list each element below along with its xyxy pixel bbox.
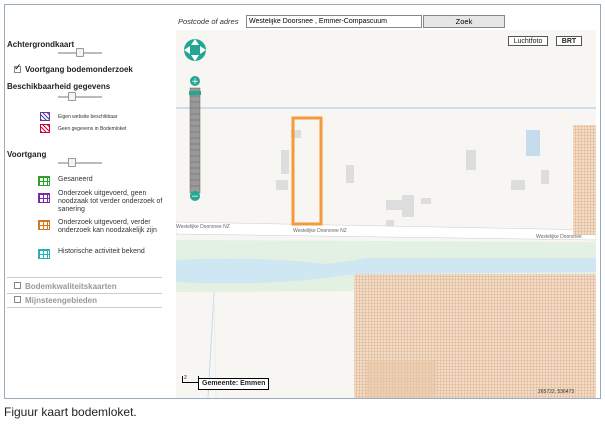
luchtfoto-button[interactable]: Luchtfoto: [508, 36, 548, 46]
building: [541, 170, 549, 184]
building: [346, 165, 354, 183]
legend-item-label: Gesaneerd: [58, 176, 93, 183]
address-search-input[interactable]: [246, 15, 422, 28]
mijnsteengebieden-label: Mijnsteengebieden: [25, 296, 98, 305]
zoom-handle[interactable]: [189, 91, 201, 95]
search-button[interactable]: Zoek: [423, 15, 505, 28]
grid-orange-icon: [38, 220, 50, 230]
brt-button[interactable]: BRT: [556, 36, 582, 46]
legend-item-label: Onderzoek uitgevoerd, verder onderzoek k…: [58, 219, 157, 234]
svg-text:−: −: [191, 192, 199, 202]
street-label: Westelijke Doorsnee: [536, 234, 582, 240]
legend-item-label: Eigen website beschikbaar: [58, 114, 118, 120]
pond: [526, 130, 540, 156]
slider-handle[interactable]: [68, 92, 76, 101]
hatch-purple-icon: [40, 112, 50, 121]
street-label: Westelijke Doorsnee NZ: [293, 228, 347, 234]
svg-text:+: +: [191, 77, 199, 87]
divider: [7, 293, 162, 294]
voortgang-bodem-checkbox[interactable]: [14, 63, 22, 73]
map-viewport[interactable]: Westelijke Doorsnee NZ Westelijke Doorsn…: [176, 30, 596, 398]
legend-item-label: Geen gegevens in Bodemloket: [58, 126, 127, 132]
zoom-pan-control: + −: [184, 39, 206, 202]
achtergrondkaart-slider[interactable]: [58, 48, 102, 57]
beschikbaarheid-slider[interactable]: [58, 92, 102, 101]
scale-bar: 2: [182, 376, 199, 383]
map-canvas: [176, 107, 596, 398]
beschikbaarheid-title: Beschikbaarheid gegevens: [7, 82, 111, 91]
divider: [7, 277, 162, 278]
gemeente-label: Gemeente: Emmen: [198, 378, 270, 390]
legend-item-label: Onderzoek uitgevoerd, geen noodzaak tot …: [58, 190, 163, 213]
building: [511, 180, 525, 190]
mijnsteengebieden-checkbox[interactable]: [14, 296, 21, 303]
grid-green-icon: [38, 176, 50, 186]
coordinates-readout: 265722, 536473: [538, 389, 575, 395]
bodemkwaliteitskaarten-label: Bodemkwaliteitskaarten: [25, 282, 117, 291]
building: [386, 200, 402, 210]
search-bar: Postcode of adres Zoek: [176, 15, 601, 29]
building: [402, 195, 414, 217]
grid-cyan-icon: [38, 249, 50, 259]
divider: [7, 307, 162, 308]
figure-caption: Figuur kaart bodemloket.: [4, 405, 137, 419]
bodemkwaliteitskaarten-checkbox[interactable]: [14, 282, 21, 289]
voortgang-bodem-label: Voortgang bodemonderzoek: [25, 65, 133, 74]
slider-handle[interactable]: [68, 158, 76, 167]
street-label: Westelijke Doorsnee NZ: [176, 224, 230, 230]
legend-item-label: Historische activiteit bekend: [58, 248, 145, 255]
voortgang-slider[interactable]: [58, 158, 102, 167]
grid-purple-icon: [38, 193, 50, 203]
slider-handle[interactable]: [76, 48, 84, 57]
hatch-red-icon: [40, 124, 50, 133]
voortgang-title: Voortgang: [7, 150, 47, 159]
achtergrondkaart-title: Achtergrondkaart: [7, 40, 75, 49]
building: [281, 150, 289, 174]
building: [466, 150, 476, 170]
zoom-bar[interactable]: [189, 87, 201, 194]
survey-area-dense: [366, 360, 436, 398]
search-label: Postcode of adres: [178, 17, 239, 26]
survey-area: [573, 125, 596, 235]
building: [276, 180, 288, 190]
building: [421, 198, 431, 204]
